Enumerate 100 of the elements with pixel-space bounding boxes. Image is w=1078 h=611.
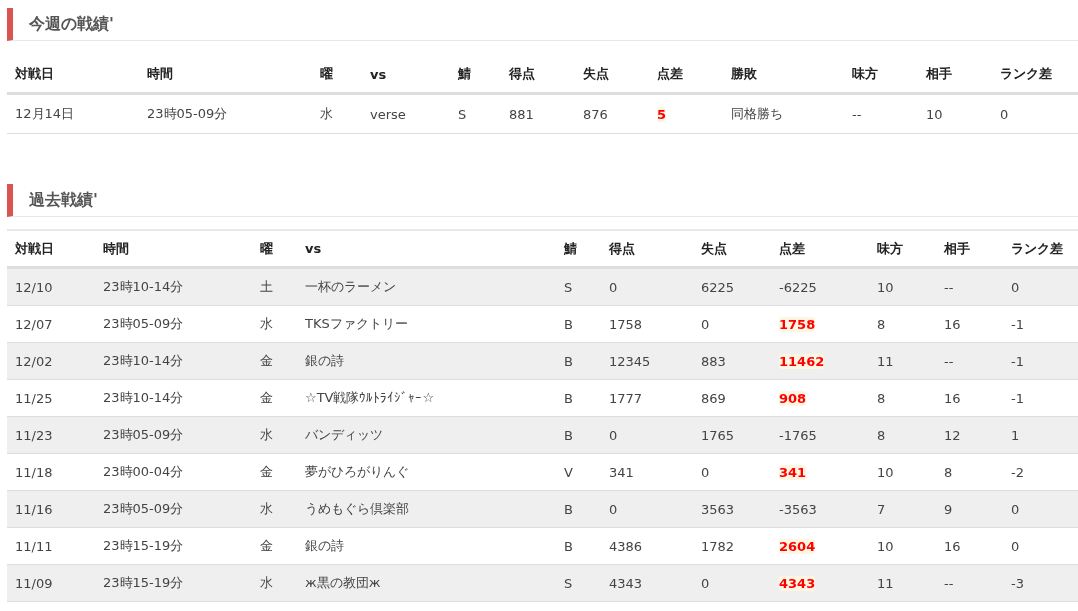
opponent-count-cell-text: 10 bbox=[925, 106, 944, 122]
opponent-name-cell-text: 銀の詩 bbox=[304, 352, 345, 370]
ally-count-cell-text: 7 bbox=[876, 501, 887, 517]
column-header: 味方 bbox=[851, 65, 879, 83]
opponent-name-cell-text: うめもぐら倶楽部 bbox=[304, 500, 410, 518]
opponent-count-cell-text: 8 bbox=[943, 464, 954, 480]
ally-count-cell-text: 11 bbox=[876, 575, 895, 591]
conceded-cell-text: 883 bbox=[700, 353, 727, 369]
conceded-cell-text: 0 bbox=[700, 464, 711, 480]
conceded-cell-text: 3563 bbox=[700, 501, 736, 517]
score-cell-text: 4386 bbox=[608, 538, 644, 554]
rank-difference-cell-text: 1 bbox=[1010, 427, 1021, 443]
column-header: ランク差 bbox=[999, 65, 1053, 83]
time-cell-text: 23時10-14分 bbox=[102, 389, 185, 407]
column-header: 得点 bbox=[608, 239, 636, 258]
ally-count-cell-text: 8 bbox=[876, 390, 887, 406]
time-cell-text: 23時15-19分 bbox=[102, 537, 185, 555]
weekday-cell-text: 水 bbox=[259, 500, 274, 518]
rank-difference-cell-text: 0 bbox=[1010, 538, 1021, 554]
conceded-cell-text: 1765 bbox=[700, 427, 736, 443]
rank-difference-cell-text: -2 bbox=[1010, 464, 1025, 480]
conceded-cell-text: 869 bbox=[700, 390, 727, 406]
rank-difference-cell-text: 0 bbox=[1010, 279, 1021, 295]
column-header: 失点 bbox=[582, 65, 610, 83]
score-cell-text: 0 bbox=[608, 501, 619, 517]
time-cell-text: 23時00-04分 bbox=[102, 463, 185, 481]
point-difference-cell: 4343 bbox=[779, 575, 816, 591]
score-cell-text: 0 bbox=[608, 427, 619, 443]
opponent-name-cell-text: 一杯のラーメン bbox=[304, 278, 397, 296]
date-cell-text: 12月14日 bbox=[14, 105, 76, 123]
score-cell-text: 1777 bbox=[608, 390, 644, 406]
conceded-cell-text: 0 bbox=[700, 575, 711, 591]
conceded-cell-text: 876 bbox=[582, 106, 609, 122]
rank-difference-cell-text: -1 bbox=[1010, 316, 1025, 332]
server-cell-text: B bbox=[563, 353, 574, 369]
opponent-name-cell-text: ☆TV戦隊ｳﾙﾄﾗｲｼﾞｬｰ☆ bbox=[304, 389, 436, 407]
score-cell-text: 341 bbox=[608, 464, 635, 480]
point-difference-cell: 2604 bbox=[779, 538, 816, 554]
column-header: 勝敗 bbox=[730, 65, 758, 83]
date-cell-text: 11/11 bbox=[14, 538, 54, 554]
point-difference-cell: -6225 bbox=[779, 279, 817, 295]
date-cell-text: 11/18 bbox=[14, 464, 54, 480]
conceded-cell-text: 0 bbox=[700, 316, 711, 332]
time-cell-text: 23時15-19分 bbox=[102, 574, 185, 592]
date-cell-text: 11/09 bbox=[14, 575, 54, 591]
ally-count-cell-text: 8 bbox=[876, 427, 887, 443]
time-cell-text: 23時10-14分 bbox=[102, 278, 185, 296]
column-header: 点差 bbox=[656, 65, 684, 83]
weekday-cell-text: 水 bbox=[319, 105, 334, 123]
weekday-cell-text: 金 bbox=[259, 537, 274, 555]
result-cell-text: 同格勝ち bbox=[730, 105, 784, 123]
opponent-count-cell-text: -- bbox=[943, 353, 955, 369]
point-difference-cell: 341 bbox=[779, 464, 807, 480]
date-cell-text: 11/25 bbox=[14, 390, 54, 406]
server-cell-text: B bbox=[563, 501, 574, 517]
ally-count-cell-text: 10 bbox=[876, 464, 895, 480]
server-cell-text: B bbox=[563, 538, 574, 554]
weekday-cell-text: 水 bbox=[259, 574, 274, 592]
opponent-count-cell-text: 16 bbox=[943, 390, 962, 406]
section-heading: 過去戦績' bbox=[7, 184, 1078, 217]
weekday-cell-text: 金 bbox=[259, 389, 274, 407]
column-header: vs bbox=[369, 66, 388, 82]
date-cell-text: 11/16 bbox=[14, 501, 54, 517]
column-header: 味方 bbox=[876, 239, 904, 258]
column-header: 対戦日 bbox=[14, 65, 55, 83]
point-difference-cell: -1765 bbox=[779, 427, 817, 443]
opponent-name-cell-text: ж黒の教団ж bbox=[304, 574, 382, 592]
opponent-count-cell-text: 12 bbox=[943, 427, 962, 443]
score-cell-text: 1758 bbox=[608, 316, 644, 332]
column-header: 鯖 bbox=[457, 65, 472, 83]
time-cell-text: 23時05-09分 bbox=[146, 105, 229, 123]
column-header: vs bbox=[304, 241, 323, 256]
opponent-count-cell-text: -- bbox=[943, 279, 955, 295]
server-cell-text: S bbox=[563, 279, 574, 295]
opponent-count-cell-text: 16 bbox=[943, 538, 962, 554]
conceded-cell-text: 1782 bbox=[700, 538, 736, 554]
server-cell-text: B bbox=[563, 316, 574, 332]
server-cell-text: S bbox=[563, 575, 574, 591]
rank-difference-cell-text: -1 bbox=[1010, 353, 1025, 369]
ally-count-cell-text: -- bbox=[851, 106, 863, 122]
rank-difference-cell-text: 0 bbox=[1010, 501, 1021, 517]
ally-count-cell-text: 8 bbox=[876, 316, 887, 332]
point-difference-cell: 5 bbox=[657, 106, 667, 122]
column-header: 失点 bbox=[700, 239, 728, 258]
time-cell-text: 23時05-09分 bbox=[102, 426, 185, 444]
date-cell-text: 11/23 bbox=[14, 427, 54, 443]
weekday-cell-text: 金 bbox=[259, 463, 274, 481]
opponent-name-cell-text: 銀の詩 bbox=[304, 537, 345, 555]
opponent-count-cell-text: -- bbox=[943, 575, 955, 591]
column-header: 鯖 bbox=[563, 239, 578, 258]
ally-count-cell-text: 11 bbox=[876, 353, 895, 369]
rank-difference-cell-text: -1 bbox=[1010, 390, 1025, 406]
score-cell-text: 12345 bbox=[608, 353, 652, 369]
opponent-name-cell-text: TKSファクトリー bbox=[304, 315, 409, 333]
weekday-cell-text: 水 bbox=[259, 426, 274, 444]
weekday-cell-text: 土 bbox=[259, 278, 274, 296]
date-cell-text: 12/10 bbox=[14, 279, 54, 295]
opponent-name-cell-text: verse bbox=[369, 106, 407, 122]
conceded-cell-text: 6225 bbox=[700, 279, 736, 295]
point-difference-cell: -3563 bbox=[779, 501, 817, 517]
